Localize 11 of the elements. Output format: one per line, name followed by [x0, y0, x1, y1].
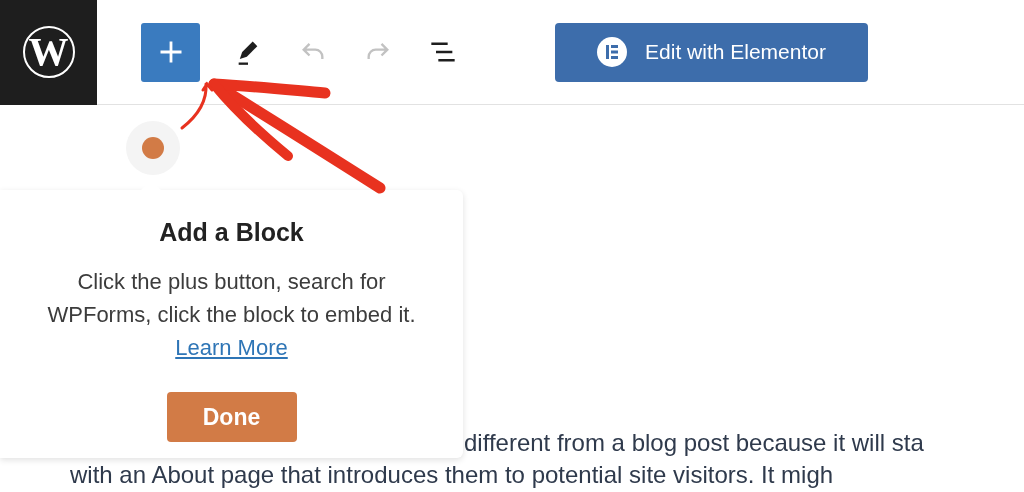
wordpress-logo[interactable]: W [22, 26, 75, 78]
body-text-line: different from a blog post because it will sta [464, 428, 924, 458]
elementor-icon [597, 37, 628, 67]
edit-with-elementor-button[interactable]: Edit with Elementor [555, 22, 868, 82]
add-button[interactable] [141, 22, 200, 82]
done-button[interactable]: Done [166, 392, 297, 442]
popover-text: Click the plus button, search for WPForms, click the block to embed it. Learn More [46, 268, 417, 362]
beacon-icon[interactable] [126, 121, 180, 175]
learn-more-link[interactable]: Learn More [175, 335, 288, 360]
body-text-line: with an About page that introduces them to potential site visitors. It migh [70, 460, 834, 490]
popover-title: Add a Block [159, 218, 304, 247]
